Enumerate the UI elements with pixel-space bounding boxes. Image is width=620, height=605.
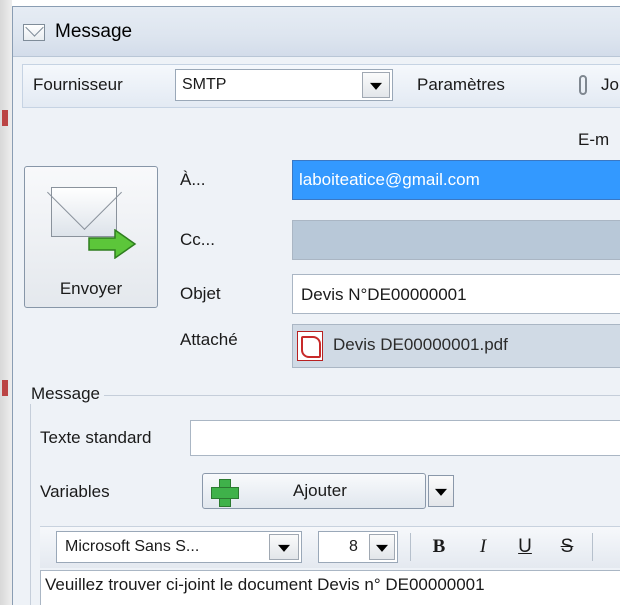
background-mark [2, 110, 8, 126]
underline-button[interactable]: U [510, 533, 540, 561]
add-variable-label: Ajouter [293, 481, 347, 500]
attach-button[interactable]: Jo [601, 75, 619, 95]
cc-field[interactable] [292, 220, 620, 260]
size-dropdown-button[interactable] [369, 534, 395, 560]
bold-button[interactable]: B [424, 533, 454, 561]
attached-label: Attaché [180, 330, 238, 349]
subject-field[interactable]: Devis N°DE00000001 [292, 274, 620, 314]
format-toolbar: Microsoft Sans S... 8 B I U S [40, 526, 620, 568]
email-label: E-m [578, 130, 610, 149]
font-value: Microsoft Sans S... [65, 538, 200, 555]
provider-label: Fournisseur [33, 75, 123, 94]
subject-value: Devis N°DE00000001 [301, 285, 467, 304]
pdf-icon [297, 331, 323, 361]
chevron-down-icon [376, 544, 388, 552]
attachment-value: Devis DE00000001.pdf [333, 335, 508, 354]
to-field[interactable]: laboiteatice@gmail.com [292, 160, 620, 200]
font-select[interactable]: Microsoft Sans S... [56, 531, 302, 563]
envelope-icon [23, 24, 45, 41]
title-bar[interactable]: Message [13, 7, 620, 57]
background-window-edge [0, 0, 12, 605]
chevron-down-icon [370, 82, 382, 90]
standard-text-label: Texte standard [40, 428, 152, 447]
toolbar-divider [592, 533, 593, 561]
cc-button[interactable]: Cc... [180, 230, 215, 250]
message-group-label: Message [27, 384, 104, 404]
size-select[interactable]: 8 [318, 531, 398, 563]
parameters-button[interactable]: Paramètres [417, 75, 505, 95]
window-title: Message [55, 21, 133, 42]
green-arrow-icon [88, 229, 137, 259]
provider-value: SMTP [182, 76, 227, 93]
add-variable-dropdown[interactable] [428, 475, 454, 507]
background-mark [2, 380, 8, 396]
paperclip-icon [579, 75, 587, 95]
size-value: 8 [349, 538, 358, 555]
variables-label: Variables [40, 482, 110, 501]
provider-select[interactable]: SMTP [175, 69, 393, 101]
italic-button[interactable]: I [468, 533, 498, 561]
send-label: Envoyer [59, 279, 123, 298]
message-body[interactable]: Veuillez trouver ci-joint le document De… [40, 570, 620, 605]
toolbar: Fournisseur SMTP Paramètres Jo [22, 64, 620, 108]
font-dropdown-button[interactable] [269, 534, 299, 560]
add-variable-button[interactable]: Ajouter [202, 473, 426, 509]
chevron-down-icon [278, 544, 290, 552]
subject-label: Objet [180, 284, 221, 303]
toolbar-divider [410, 533, 411, 561]
strikethrough-button[interactable]: S [552, 533, 582, 561]
to-button[interactable]: À... [180, 170, 206, 190]
provider-dropdown-button[interactable] [362, 72, 390, 98]
plus-icon [211, 479, 239, 507]
attachment-field[interactable]: Devis DE00000001.pdf [292, 324, 620, 368]
message-body-text: Veuillez trouver ci-joint le document De… [45, 575, 485, 594]
send-button[interactable]: Envoyer [24, 166, 158, 308]
to-value: laboiteatice@gmail.com [299, 170, 480, 189]
chevron-down-icon [435, 488, 447, 496]
standard-text-input[interactable] [190, 420, 620, 456]
